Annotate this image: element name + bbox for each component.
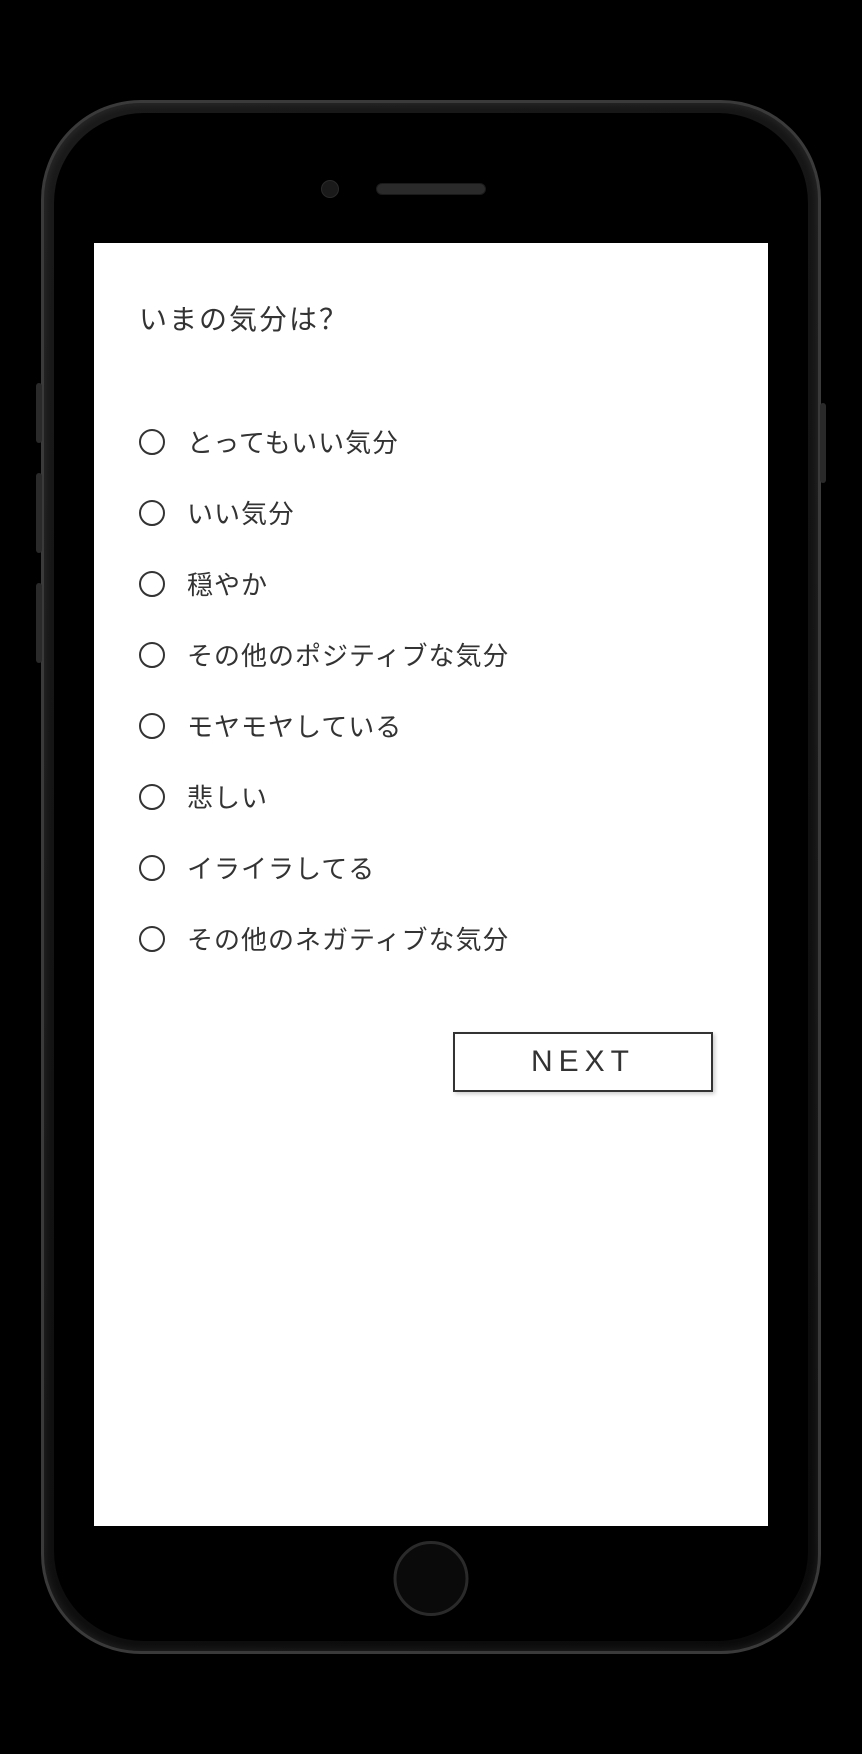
option-label: イライラしてる [187,849,375,886]
option-label: とってもいい気分 [187,423,399,460]
radio-icon [139,500,165,526]
radio-icon [139,926,165,952]
option-label: 悲しい [187,778,268,815]
option-item-4[interactable]: モヤモヤしている [139,707,723,744]
radio-icon [139,429,165,455]
volume-down-button [36,583,42,663]
option-item-2[interactable]: 穏やか [139,565,723,602]
next-button[interactable]: NEXT [453,1032,713,1092]
option-label: 穏やか [187,565,268,602]
phone-frame: いまの気分は？ とってもいい気分 いい気分 穏やか その他のポジティブな気分 [41,100,821,1654]
button-row: NEXT [139,1032,723,1092]
power-button [820,403,826,483]
option-item-0[interactable]: とってもいい気分 [139,423,723,460]
option-item-3[interactable]: その他のポジティブな気分 [139,636,723,673]
mute-switch [36,383,42,443]
option-label: いい気分 [187,494,295,531]
option-item-5[interactable]: 悲しい [139,778,723,815]
app-screen: いまの気分は？ とってもいい気分 いい気分 穏やか その他のポジティブな気分 [94,243,768,1526]
option-label: その他のネガティブな気分 [187,920,509,957]
radio-icon [139,855,165,881]
option-item-6[interactable]: イライラしてる [139,849,723,886]
radio-icon [139,571,165,597]
radio-icon [139,713,165,739]
options-list: とってもいい気分 いい気分 穏やか その他のポジティブな気分 モヤモヤしている [139,423,723,957]
option-label: その他のポジティブな気分 [187,636,509,673]
phone-inner: いまの気分は？ とってもいい気分 いい気分 穏やか その他のポジティブな気分 [54,113,808,1641]
question-title: いまの気分は？ [139,298,723,338]
volume-up-button [36,473,42,553]
home-button[interactable] [394,1541,469,1616]
speaker [376,183,486,195]
option-label: モヤモヤしている [187,707,402,744]
volume-buttons [36,383,42,693]
option-item-7[interactable]: その他のネガティブな気分 [139,920,723,957]
option-item-1[interactable]: いい気分 [139,494,723,531]
radio-icon [139,784,165,810]
front-camera [321,180,339,198]
radio-icon [139,642,165,668]
